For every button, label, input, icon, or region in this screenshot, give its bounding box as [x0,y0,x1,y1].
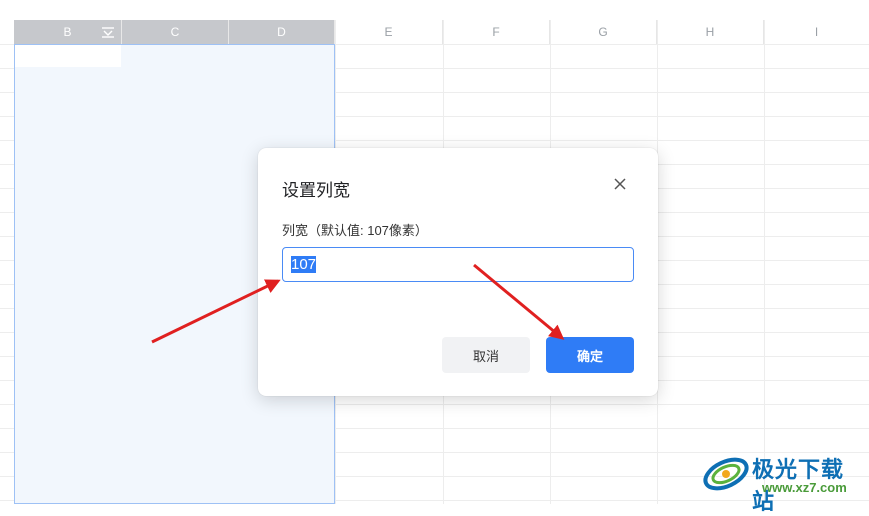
arrow-to-confirm [473,263,565,340]
annotation-arrows [151,263,565,344]
watermark-url: www.xz7.com [762,480,847,495]
logo-icon [703,457,749,491]
watermark: 极光下载站 www.xz7.com [700,448,865,514]
dialog-layer: 设置列宽 列宽（默认值: 107像素） 取消 确定 [0,0,869,504]
arrow-to-input [151,279,281,344]
